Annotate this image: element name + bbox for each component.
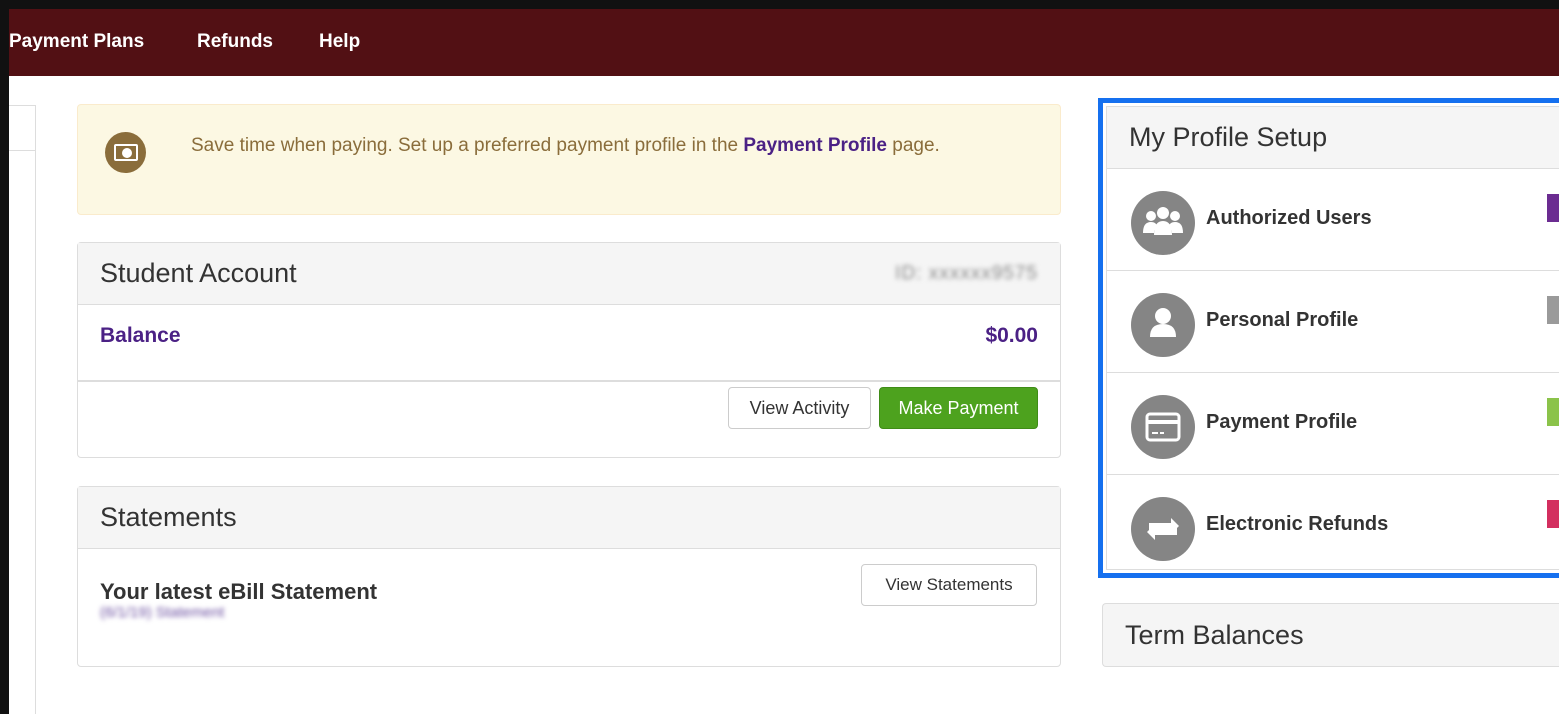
status-indicator — [1547, 296, 1559, 324]
left-side-panel — [9, 105, 36, 714]
window-frame-top — [0, 0, 1559, 9]
profile-item-label: Payment Profile — [1206, 411, 1358, 433]
term-balances-header[interactable]: Term Balances — [1102, 603, 1559, 667]
profile-setup-highlight: My Profile Setup Authorized Users Person… — [1098, 98, 1559, 578]
latest-statement-link[interactable]: (6/1/19) Statement — [100, 604, 224, 621]
status-indicator — [1547, 398, 1559, 426]
statements-header: Statements — [78, 487, 1060, 549]
alert-message: Save time when paying. Set up a preferre… — [191, 133, 1021, 159]
profile-item-personal-profile[interactable]: Personal Profile — [1107, 271, 1559, 373]
student-id-blurred: ID: xxxxxx9575 — [895, 262, 1038, 284]
profile-item-label: Electronic Refunds — [1206, 513, 1389, 535]
profile-setup-title: My Profile Setup — [1107, 107, 1559, 169]
payment-profile-alert: Save time when paying. Set up a preferre… — [77, 104, 1061, 215]
profile-item-electronic-refunds[interactable]: Electronic Refunds — [1107, 475, 1559, 577]
left-panel-divider — [9, 150, 36, 151]
make-payment-button[interactable]: Make Payment — [879, 387, 1038, 429]
payment-profile-link[interactable]: Payment Profile — [743, 135, 887, 156]
latest-statement-label: Your latest eBill Statement — [100, 579, 378, 604]
student-account-card: Student Account ID: xxxxxx9575 Balance $… — [77, 242, 1061, 458]
nav-payment-plans[interactable]: Payment Plans — [9, 31, 144, 53]
view-statements-button[interactable]: View Statements — [861, 564, 1037, 606]
credit-card-icon — [1131, 395, 1195, 459]
users-icon — [1131, 191, 1195, 255]
money-bill-icon — [105, 132, 146, 173]
balance-row: Balance $0.00 — [78, 306, 1060, 382]
alert-text-before: Save time when paying. Set up a preferre… — [191, 135, 744, 156]
statements-title: Statements — [100, 502, 237, 532]
user-icon — [1131, 293, 1195, 357]
profile-item-authorized-users[interactable]: Authorized Users — [1107, 169, 1559, 271]
student-account-header: Student Account ID: xxxxxx9575 — [78, 243, 1060, 305]
account-actions: View Activity Make Payment — [78, 384, 1060, 459]
refund-arrows-icon — [1131, 497, 1195, 561]
profile-item-payment-profile[interactable]: Payment Profile — [1107, 373, 1559, 475]
student-account-title: Student Account — [100, 258, 297, 288]
statements-card: Statements Your latest eBill Statement (… — [77, 486, 1061, 667]
profile-item-label: Personal Profile — [1206, 309, 1359, 331]
nav-refunds[interactable]: Refunds — [197, 31, 273, 53]
view-activity-button[interactable]: View Activity — [728, 387, 871, 429]
profile-item-label: Authorized Users — [1206, 207, 1372, 229]
status-indicator — [1547, 500, 1559, 528]
window-frame-left — [0, 0, 9, 714]
profile-setup-card: My Profile Setup Authorized Users Person… — [1106, 106, 1559, 570]
alert-text-after: page. — [886, 135, 940, 156]
nav-help[interactable]: Help — [319, 31, 360, 53]
top-navigation: Payment Plans Refunds Help — [9, 9, 1559, 76]
balance-link[interactable]: Balance — [100, 324, 181, 348]
balance-value: $0.00 — [985, 324, 1038, 347]
status-indicator — [1547, 194, 1559, 222]
